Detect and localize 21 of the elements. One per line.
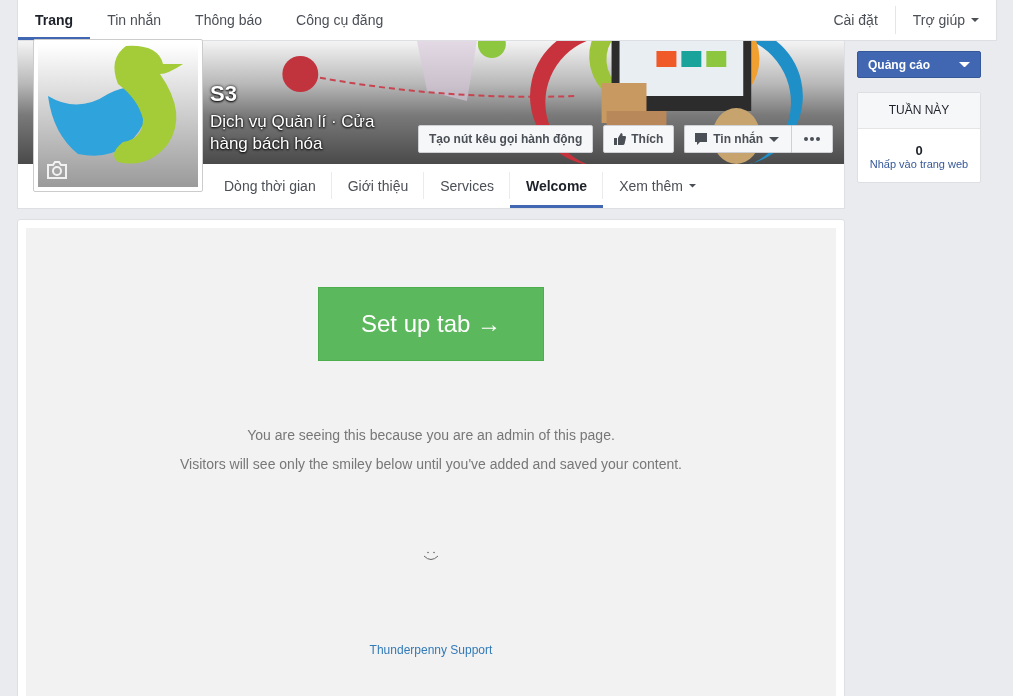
nav-link[interactable]: Trợ giúp (894, 6, 996, 34)
page-tab[interactable]: Giới thiệu (331, 164, 425, 208)
page-tab[interactable]: Xem thêm (603, 164, 712, 208)
nav-link[interactable]: Cài đặt (816, 6, 895, 34)
admin-notice: Visitors will see only the smiley below until you've added and saved your content. (180, 456, 682, 472)
nav-tab[interactable]: Tin nhắn (90, 0, 179, 40)
caret-icon (959, 61, 970, 68)
stats-value: 0 (915, 143, 923, 158)
admin-notice: You are seeing this because you are an admin of this page. (247, 427, 615, 443)
page-tab[interactable]: Services (424, 164, 510, 208)
caret-icon (971, 18, 979, 22)
stats-title: TUẦN NÀY (858, 93, 980, 129)
page-tab[interactable]: Welcome (509, 164, 604, 208)
nav-tab[interactable]: Thông báo (178, 0, 280, 40)
smiley-icon (423, 551, 439, 561)
caret-icon (688, 184, 696, 188)
support-link[interactable]: Thunderpenny Support (369, 643, 493, 657)
stats-link[interactable]: Nhấp vào trang web (869, 158, 969, 170)
page-tab[interactable]: Dòng thời gian (208, 164, 332, 208)
advertise-button[interactable]: Quảng cáo (857, 51, 981, 78)
nav-tab[interactable]: Công cụ đăng (279, 0, 401, 40)
